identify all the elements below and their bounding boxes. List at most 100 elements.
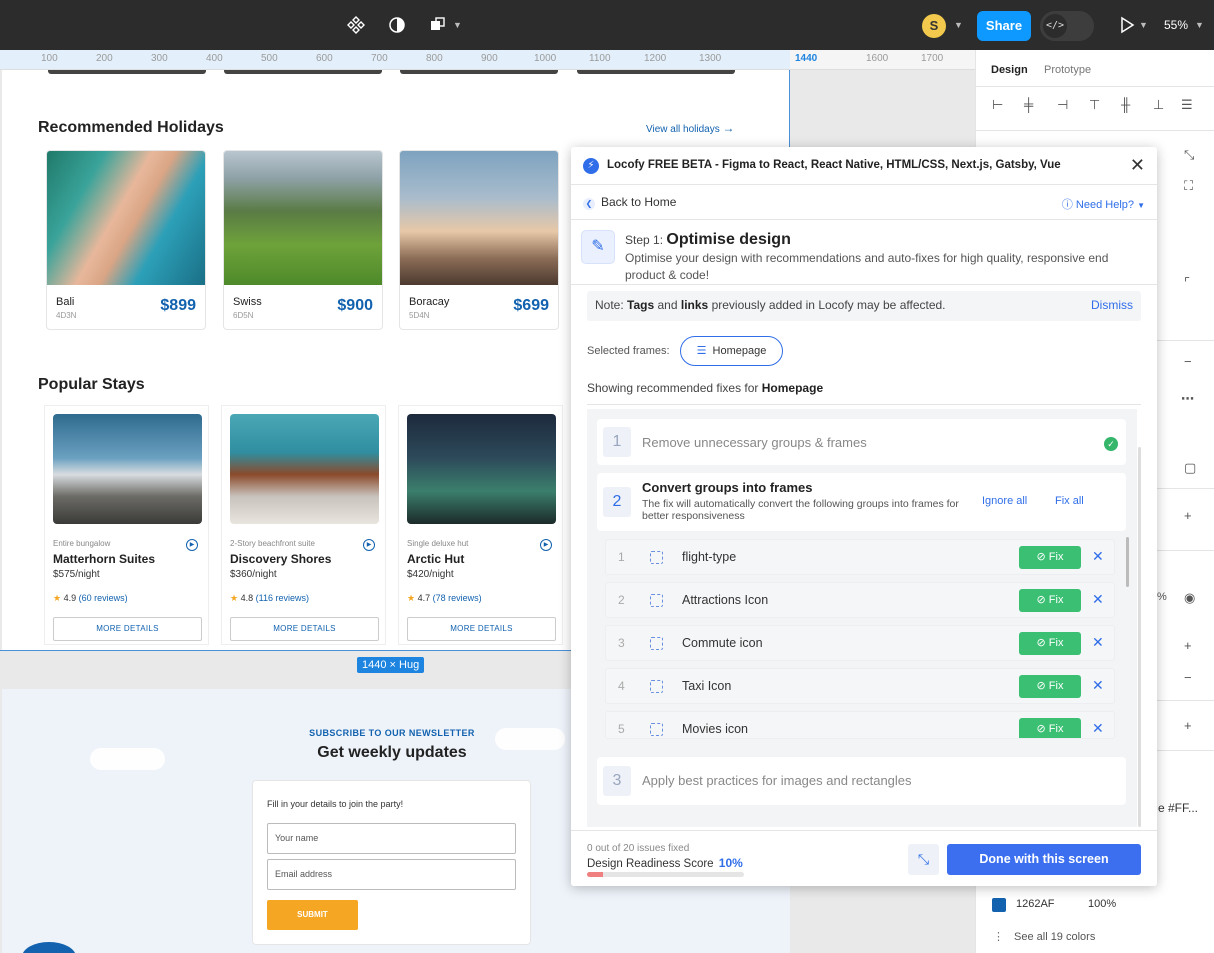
contrast-icon[interactable] [387,15,407,35]
done-button[interactable]: Done with this screen [947,844,1141,875]
minimize-icon[interactable]: ⤡ [908,844,939,875]
selected-frame-chip[interactable]: ☰ Homepage [680,336,783,366]
note-prefix: Note: [595,298,624,312]
plugin-title: Locofy FREE BETA - Figma to React, React… [607,159,1061,171]
fix-group-1[interactable]: 1 Remove unnecessary groups & frames ✓ [597,419,1126,465]
distribute-icon[interactable]: ☰ [1181,97,1193,113]
fix-all-button[interactable]: Fix all [1055,495,1084,507]
minus-icon[interactable]: − [1184,670,1192,685]
chevron-down-icon[interactable]: ▼ [1195,20,1204,30]
fix-group-2[interactable]: 2 Convert groups into frames The fix wil… [597,473,1126,531]
stay-card[interactable]: Entire bungalow ▶ Matterhorn Suites $575… [44,405,209,645]
ignore-all-button[interactable]: Ignore all [982,495,1027,507]
tab-prototype[interactable]: Prototype [1044,64,1091,76]
check-circle-icon: ⊘ [1036,637,1046,649]
ruler-tick: 400 [206,53,223,64]
submit-button[interactable]: SUBMIT [267,900,358,930]
holiday-card[interactable]: Swiss 6D5N $900 [223,150,383,330]
stay-card[interactable]: 2-Story beachfront suite ▶ Discovery Sho… [221,405,386,645]
play-icon[interactable] [1117,15,1137,35]
more-details-button[interactable]: MORE DETAILS [53,617,202,641]
more-details-button[interactable]: MORE DETAILS [407,617,556,641]
divider [587,404,1141,405]
holiday-card[interactable]: Boracay 5D4N $699 [399,150,559,330]
zoom-level[interactable]: 55% [1164,18,1188,32]
holiday-card[interactable]: Bali 4D3N $899 [46,150,206,330]
note-suffix: previously added in Locofy may be affect… [711,298,946,312]
more-icon[interactable]: ⋯ [1181,391,1194,407]
avatar[interactable]: S [922,14,946,38]
outer-scrollbar[interactable] [1138,447,1141,827]
chevron-down-icon[interactable]: ▼ [954,20,963,30]
fix-button[interactable]: ⊘ Fix [1019,675,1081,698]
card-price: $699 [513,297,549,314]
score-value: 10% [718,856,743,870]
fix-item-name: Taxi Icon [682,679,732,693]
review-count[interactable]: (60 reviews) [79,593,128,603]
view-all-holidays-link[interactable]: View all holidays → [646,121,735,135]
plus-icon[interactable]: + [1184,638,1192,653]
need-help-dropdown[interactable]: ⓘ Need Help? ▼ [1062,196,1145,212]
fix-group-3[interactable]: 3 Apply best practices for images and re… [597,757,1126,805]
close-icon[interactable]: ✕ [1092,634,1104,651]
fix-button[interactable]: ⊘ Fix [1019,589,1081,612]
shapes-icon[interactable] [428,15,448,35]
fix-item-row[interactable]: 5 Movies icon ⊘ Fix ✕ [605,711,1115,739]
chevron-down-icon[interactable]: ▼ [1139,20,1148,30]
eye-icon[interactable]: ◉ [1184,590,1195,606]
fix-item-row[interactable]: 4 Taxi Icon ⊘ Fix ✕ [605,668,1115,704]
close-icon[interactable]: ✕ [1092,591,1104,608]
name-input[interactable]: Your name [267,823,516,854]
fix-button[interactable]: ⊘ Fix [1019,718,1081,738]
align-left-icon[interactable]: ⊢ [992,97,1003,113]
close-icon[interactable]: ✕ [1092,548,1104,565]
play-icon[interactable]: ▶ [186,539,198,551]
fix-groups-list[interactable]: 1 Remove unnecessary groups & frames ✓ 2… [587,409,1137,827]
inner-scrollbar[interactable] [1126,537,1129,587]
fix-item-row[interactable]: 2 Attractions Icon ⊘ Fix ✕ [605,582,1115,618]
close-icon[interactable]: ✕ [1092,677,1104,694]
align-center-h-icon[interactable]: ╪ [1024,97,1033,112]
align-right-icon[interactable]: ⊣ [1057,97,1068,113]
minus-icon[interactable]: − [1184,354,1192,369]
chevron-down-icon[interactable]: ▼ [453,20,462,30]
color-swatch[interactable] [992,898,1006,912]
corner-icon[interactable]: ⌜ [1184,275,1190,291]
tab-design[interactable]: Design [991,64,1028,76]
email-input[interactable]: Email address [267,859,516,890]
divider [976,86,1214,87]
fix-button[interactable]: ⊘ Fix [1019,632,1081,655]
fit-icon[interactable]: ⛶ [1184,178,1193,194]
align-bottom-icon[interactable]: ⊥ [1153,97,1164,113]
stay-card[interactable]: Single deluxe hut ▶ Arctic Hut $420/nigh… [398,405,563,645]
readiness-score: Design Readiness Score 10% [587,856,743,870]
fix-item-row[interactable]: 1 flight-type ⊘ Fix ✕ [605,539,1115,575]
play-icon[interactable]: ▶ [363,539,375,551]
review-count[interactable]: (116 reviews) [256,593,309,603]
align-center-v-icon[interactable]: ╫ [1121,97,1130,112]
resize-icon[interactable]: ⤡ [1184,147,1194,163]
share-button[interactable]: Share [977,11,1031,41]
components-icon[interactable] [346,15,366,35]
dev-mode-toggle[interactable]: </> [1040,11,1094,41]
fix-item-index: 3 [618,636,625,650]
frame-icon[interactable]: ▢ [1184,460,1196,476]
more-details-button[interactable]: MORE DETAILS [230,617,379,641]
plus-icon[interactable]: + [1184,508,1192,523]
align-top-icon[interactable]: ⊤ [1089,97,1100,113]
fix-button[interactable]: ⊘ Fix [1019,546,1081,569]
fix-item-index: 1 [618,550,625,564]
review-count[interactable]: (78 reviews) [433,593,482,603]
ruler-tick: 200 [96,53,113,64]
see-all-colors-link[interactable]: See all 19 colors [1014,931,1095,943]
fix-item-name: Commute icon [682,636,763,650]
back-to-home-link[interactable]: ❮ Back to Home [583,195,676,210]
plus-icon[interactable]: + [1184,718,1192,733]
close-icon[interactable]: ✕ [1092,720,1104,737]
fix-item-row[interactable]: 3 Commute icon ⊘ Fix ✕ [605,625,1115,661]
close-icon[interactable]: ✕ [1130,155,1145,176]
issues-fixed-count: 0 out of 20 issues fixed [587,843,690,854]
dismiss-button[interactable]: Dismiss [1091,298,1133,312]
play-icon[interactable]: ▶ [540,539,552,551]
step-title: Optimise design [666,231,791,248]
